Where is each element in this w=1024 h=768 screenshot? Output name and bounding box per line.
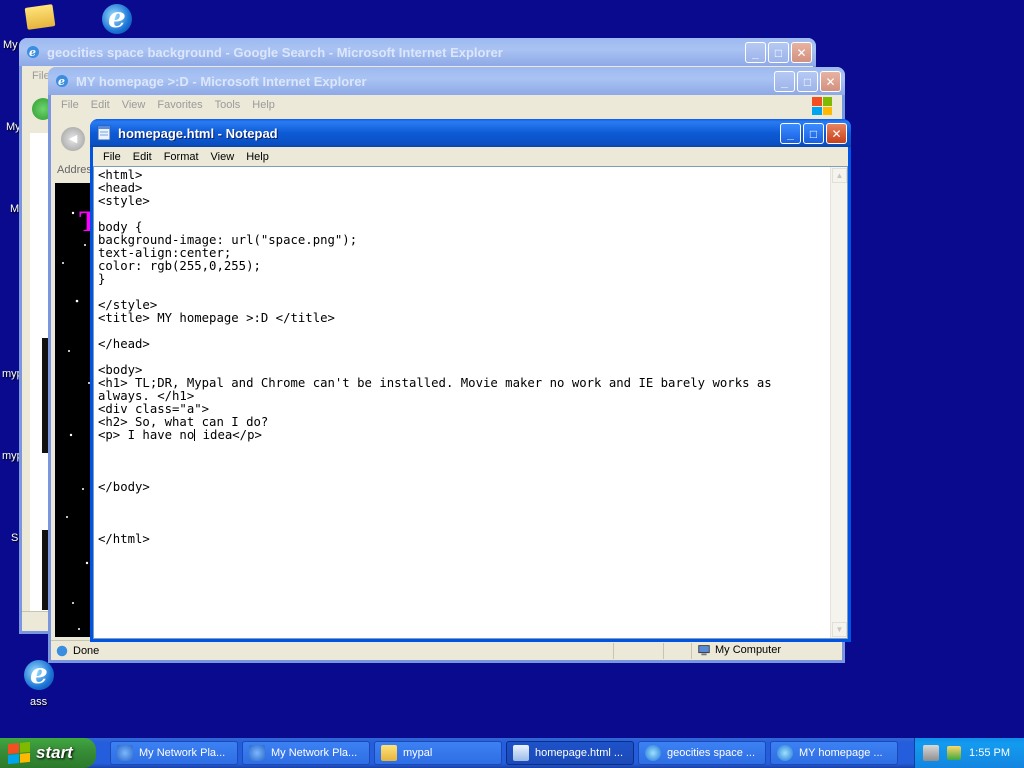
task-label: MY homepage ... <box>799 747 883 759</box>
space-background-stars <box>62 211 90 630</box>
desktop-label-my-documents[interactable]: My <box>3 39 18 51</box>
status-bar: Done My Computer <box>51 640 842 660</box>
taskbar-button-mypal[interactable]: mypal <box>374 741 502 765</box>
menu-tools[interactable]: Tools <box>209 99 247 111</box>
clock[interactable]: 1:55 PM <box>969 747 1010 759</box>
system-tray: 1:55 PM <box>914 738 1024 768</box>
svg-text:e: e <box>29 46 36 59</box>
window-title: MY homepage >:D - Microsoft Internet Exp… <box>76 73 367 89</box>
notepad-titlebar[interactable]: homepage.html - Notepad _ □ ✕ <box>90 119 851 147</box>
page-viewport: T <box>55 183 95 637</box>
tray-network-icon[interactable] <box>947 746 962 760</box>
menu-help[interactable]: Help <box>246 99 281 111</box>
status-divider <box>663 643 664 659</box>
network-icon <box>117 745 133 761</box>
notepad-menubar: File Edit Format View Help <box>93 147 848 166</box>
close-button[interactable]: ✕ <box>826 123 847 144</box>
text-before-caret: <html> <head> <style> body { background-… <box>98 169 772 442</box>
vertical-scrollbar[interactable]: ▲ ▼ <box>830 167 847 638</box>
menu-file[interactable]: File <box>97 151 127 163</box>
close-button[interactable]: ✕ <box>820 71 841 92</box>
window-title: geocities space background - Google Sear… <box>47 44 503 60</box>
menu-view[interactable]: View <box>205 151 241 163</box>
ie-homepage-menubar: File Edit View Favorites Tools Help <box>51 95 842 114</box>
ie-desktop-icon[interactable] <box>98 0 138 40</box>
taskbar-button-my-network-2[interactable]: My Network Pla... <box>242 741 370 765</box>
desktop-label-ass[interactable]: ass <box>30 696 47 708</box>
ie-google-titlebar[interactable]: e geocities space background - Google Se… <box>19 38 816 66</box>
menu-favorites[interactable]: Favorites <box>151 99 208 111</box>
minimize-button[interactable]: _ <box>774 71 795 92</box>
notepad-icon <box>513 745 529 761</box>
minimize-button[interactable]: _ <box>780 123 801 144</box>
status-divider <box>691 643 692 659</box>
windows-logo-icon <box>812 97 832 115</box>
ie-icon <box>777 745 793 761</box>
menu-view[interactable]: View <box>116 99 152 111</box>
status-text: Done <box>73 644 100 657</box>
scroll-up-arrow-icon[interactable]: ▲ <box>832 168 847 183</box>
desktop-label-shortcut[interactable]: S <box>11 532 18 544</box>
my-computer-icon <box>698 645 710 656</box>
taskbar: start My Network Pla... My Network Pla..… <box>0 738 1024 768</box>
maximize-button[interactable]: □ <box>797 71 818 92</box>
menu-edit[interactable]: Edit <box>85 99 116 111</box>
desktop-label-my-network[interactable]: M <box>10 203 19 215</box>
page-done-icon <box>56 645 68 656</box>
task-label: geocities space ... <box>667 747 756 759</box>
taskbar-button-notepad[interactable]: homepage.html ... <box>506 741 634 765</box>
menu-file[interactable]: File <box>55 99 85 111</box>
tray-safely-remove-icon[interactable] <box>923 745 940 761</box>
status-divider <box>613 643 614 659</box>
notepad-content[interactable]: <html> <head> <style> body { background-… <box>98 169 829 638</box>
ie-icon <box>645 745 661 761</box>
menu-help[interactable]: Help <box>240 151 275 163</box>
text-after-caret: idea</p> </body> </html> <box>98 428 262 546</box>
minimize-button[interactable]: _ <box>745 42 766 63</box>
svg-text:e: e <box>58 75 65 88</box>
notepad-icon <box>97 125 111 141</box>
network-icon <box>249 745 265 761</box>
close-button[interactable]: ✕ <box>791 42 812 63</box>
back-button[interactable]: ◀ <box>61 127 85 151</box>
taskbar-button-geocities[interactable]: geocities space ... <box>638 741 766 765</box>
zone-text: My Computer <box>715 644 782 656</box>
ie-icon: e <box>56 75 68 88</box>
maximize-button[interactable]: □ <box>768 42 789 63</box>
folder-icon <box>381 745 397 761</box>
maximize-button[interactable]: □ <box>803 123 824 144</box>
menu-edit[interactable]: Edit <box>127 151 158 163</box>
ie-homepage-titlebar[interactable]: e MY homepage >:D - Microsoft Internet E… <box>48 67 845 95</box>
task-label: homepage.html ... <box>535 747 624 759</box>
start-label: start <box>36 743 73 762</box>
start-button[interactable]: start <box>0 738 96 768</box>
folder-shortcut-icon[interactable] <box>22 2 62 42</box>
window-title: homepage.html - Notepad <box>118 125 278 141</box>
taskbar-button-my-network-1[interactable]: My Network Pla... <box>110 741 238 765</box>
task-label: My Network Pla... <box>271 747 358 759</box>
task-label: mypal <box>403 747 433 759</box>
menu-format[interactable]: Format <box>158 151 205 163</box>
task-label: My Network Pla... <box>139 747 226 759</box>
scroll-down-arrow-icon[interactable]: ▼ <box>832 622 847 637</box>
notepad-text-area[interactable]: <html> <head> <style> body { background-… <box>93 166 848 639</box>
windows-flag-icon <box>8 741 30 765</box>
taskbar-button-my-homepage[interactable]: MY homepage ... <box>770 741 898 765</box>
ie-icon: e <box>27 46 39 59</box>
notepad-window[interactable]: homepage.html - Notepad _ □ ✕ File Edit … <box>90 119 851 642</box>
